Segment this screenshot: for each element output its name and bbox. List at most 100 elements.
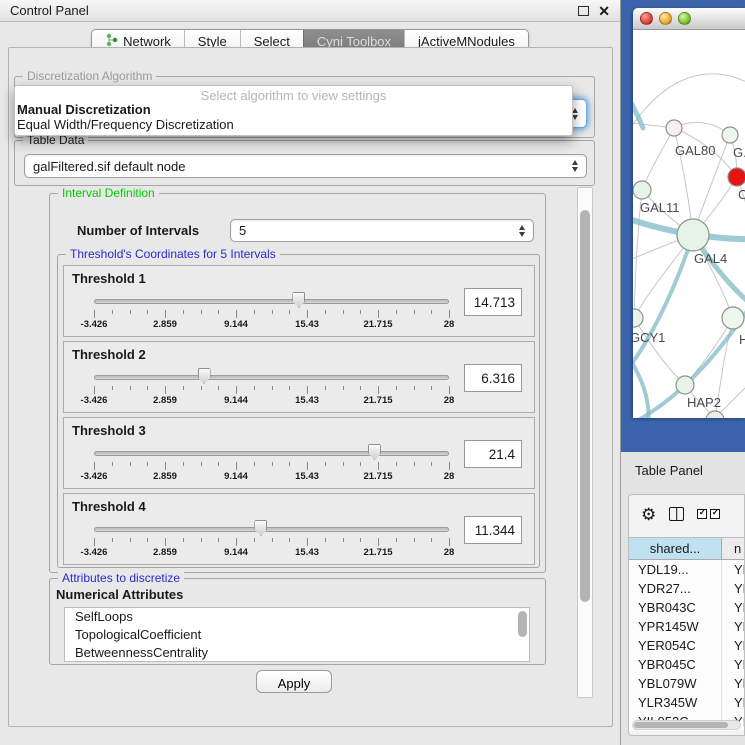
float-window-icon[interactable] bbox=[578, 6, 589, 16]
table-row[interactable]: YBL079WYBL0 bbox=[629, 674, 744, 693]
minimize-traffic-light-icon[interactable] bbox=[659, 12, 672, 25]
numerical-attributes-label: Numerical Attributes bbox=[56, 587, 183, 602]
threshold-label: Threshold 3 bbox=[72, 423, 146, 438]
network-node[interactable] bbox=[676, 376, 694, 394]
checkbox-icon[interactable] bbox=[710, 509, 720, 519]
cell-name: YDR2 bbox=[722, 579, 744, 598]
threshold-row: Threshold 4-3.4262.8599.14415.4321.71528… bbox=[63, 493, 535, 565]
network-node-label: H bbox=[739, 332, 745, 347]
table-row[interactable]: YBR045CYBR0 bbox=[629, 655, 744, 674]
threshold-slider-handle[interactable] bbox=[198, 368, 211, 384]
cell-shared-name: YBR045C bbox=[629, 655, 722, 674]
network-view-window[interactable]: GAL80G.CGAL11GAL4GCY1HHAP2 bbox=[633, 8, 745, 418]
network-node[interactable] bbox=[722, 307, 744, 329]
settings-scrollbar-track[interactable] bbox=[577, 187, 593, 698]
table-row[interactable]: YER054CYER0 bbox=[629, 636, 744, 655]
network-node-label: GCY1 bbox=[633, 330, 665, 345]
table-toolbar-checkboxes bbox=[697, 509, 720, 519]
threshold-slider-track[interactable] bbox=[94, 375, 449, 380]
attribute-list-item[interactable]: BetweennessCentrality bbox=[65, 644, 529, 662]
network-node[interactable] bbox=[633, 181, 651, 199]
attributes-to-discretize-group: Attributes to discretize Numerical Attri… bbox=[49, 578, 546, 665]
threshold-value-field[interactable]: 6.316 bbox=[464, 364, 522, 392]
algorithm-prompt: Select algorithm to view settings bbox=[15, 86, 572, 102]
settings-scrollbar-thumb[interactable] bbox=[580, 210, 590, 602]
threshold-slider-track[interactable] bbox=[94, 527, 449, 532]
table-hscrollbar-track[interactable] bbox=[632, 720, 741, 730]
algorithm-option[interactable]: Equal Width/Frequency Discretization bbox=[15, 117, 572, 132]
attribute-list-item[interactable]: SelfLoops bbox=[65, 608, 529, 626]
network-node[interactable] bbox=[666, 120, 682, 136]
column-header-shared-name[interactable]: shared... bbox=[629, 538, 722, 559]
discretization-algorithm-title: Discretization Algorithm bbox=[23, 69, 156, 83]
thresholds-coordinates-group: Threshold's Coordinates for 5 Intervals … bbox=[57, 254, 540, 568]
algorithm-option[interactable]: Manual Discretization bbox=[15, 102, 572, 117]
table-data-combobox-value: galFiltered.sif default node bbox=[33, 159, 572, 174]
slider-ticks bbox=[94, 310, 449, 319]
cell-name: YLR3 bbox=[722, 693, 744, 712]
threshold-value-field[interactable]: 21.4 bbox=[464, 440, 522, 468]
cell-shared-name: YPR145W bbox=[629, 617, 722, 636]
network-node[interactable] bbox=[728, 168, 745, 186]
number-of-intervals-spinner[interactable]: 5 bbox=[230, 219, 534, 242]
threshold-slider-handle[interactable] bbox=[254, 520, 267, 536]
table-row[interactable]: YPR145WYPR1 bbox=[629, 617, 744, 636]
threshold-slider-handle[interactable] bbox=[368, 444, 381, 460]
attribute-list-item[interactable]: TopologicalCoefficient bbox=[65, 626, 529, 644]
table-row[interactable]: YDR27...YDR2 bbox=[629, 579, 744, 598]
slider-ticks bbox=[94, 386, 449, 395]
network-node[interactable] bbox=[677, 219, 709, 251]
threshold-slider-track[interactable] bbox=[94, 451, 449, 456]
split-columns-icon[interactable] bbox=[669, 507, 684, 521]
close-traffic-light-icon[interactable] bbox=[640, 12, 653, 25]
checkbox-icon[interactable] bbox=[697, 509, 707, 519]
close-icon[interactable]: ✕ bbox=[598, 4, 610, 18]
network-node[interactable] bbox=[722, 127, 738, 143]
threshold-slider-handle[interactable] bbox=[292, 292, 305, 308]
threshold-label: Threshold 1 bbox=[72, 271, 146, 286]
interval-definition-group: Interval Definition Number of Intervals … bbox=[49, 193, 546, 573]
threshold-slider-track[interactable] bbox=[94, 299, 449, 304]
threshold-row: Threshold 3-3.4262.8599.14415.4321.71528… bbox=[63, 417, 535, 489]
numerical-attributes-list[interactable]: SelfLoopsTopologicalCoefficientBetweenne… bbox=[64, 607, 530, 662]
slider-tick-labels: -3.4262.8599.14415.4321.71528 bbox=[94, 547, 449, 560]
number-of-intervals-value: 5 bbox=[239, 223, 519, 238]
gear-icon[interactable]: ⚙ bbox=[641, 506, 656, 523]
network-canvas[interactable]: GAL80G.CGAL11GAL4GCY1HHAP2 bbox=[633, 30, 745, 418]
network-window-titlebar[interactable] bbox=[633, 8, 745, 30]
slider-ticks bbox=[94, 538, 449, 547]
table-row[interactable]: YLR345WYLR3 bbox=[629, 693, 744, 712]
thresholds-coordinates-title: Threshold's Coordinates for 5 Intervals bbox=[66, 247, 280, 261]
threshold-value-field[interactable]: 11.344 bbox=[464, 516, 522, 544]
cell-shared-name: YLR345W bbox=[629, 693, 722, 712]
panel-title: Control Panel bbox=[10, 3, 89, 18]
table-data-combobox[interactable]: galFiltered.sif default node bbox=[24, 154, 587, 178]
network-node-label: GAL80 bbox=[675, 143, 715, 158]
network-node-label: G. bbox=[733, 145, 745, 160]
cell-shared-name: YDL19... bbox=[629, 560, 722, 579]
network-node[interactable] bbox=[633, 309, 643, 327]
threshold-row: Threshold 1 -3.4262.8599.14415.4321.71528… bbox=[63, 265, 535, 337]
cyni-toolbox-panel: Discretization Algorithm Select algorith… bbox=[8, 47, 613, 727]
interval-definition-title: Interval Definition bbox=[58, 187, 159, 200]
table-row[interactable]: YDL19...YDL1 bbox=[629, 560, 744, 579]
zoom-traffic-light-icon[interactable] bbox=[678, 12, 691, 25]
table-toolbar: ⚙ bbox=[629, 495, 744, 533]
cell-shared-name: YBR043C bbox=[629, 598, 722, 617]
table-row[interactable]: YBR043CYBR0 bbox=[629, 598, 744, 617]
combo-arrows-icon bbox=[572, 160, 578, 172]
algorithm-options: Manual DiscretizationEqual Width/Frequen… bbox=[15, 102, 572, 132]
threshold-value-field[interactable]: 14.713 bbox=[464, 288, 522, 316]
network-edge-thick bbox=[633, 235, 693, 380]
slider-tick-labels: -3.4262.8599.14415.4321.71528 bbox=[94, 319, 449, 332]
table-panel-title: Table Panel bbox=[635, 463, 703, 478]
network-desktop: GAL80G.CGAL11GAL4GCY1HHAP2 bbox=[621, 0, 745, 452]
table-hscrollbar-thumb[interactable] bbox=[634, 722, 728, 728]
slider-tick-labels: -3.4262.8599.14415.4321.71528 bbox=[94, 395, 449, 408]
threshold-label: Threshold 2 bbox=[72, 347, 146, 362]
attributes-scrollbar-thumb[interactable] bbox=[518, 611, 527, 637]
apply-button[interactable]: Apply bbox=[256, 670, 332, 693]
node-table: shared... n YDL19...YDL1YDR27...YDR2YBR0… bbox=[629, 537, 744, 731]
cell-name: YER0 bbox=[722, 636, 744, 655]
column-header-name[interactable]: n bbox=[722, 538, 744, 559]
